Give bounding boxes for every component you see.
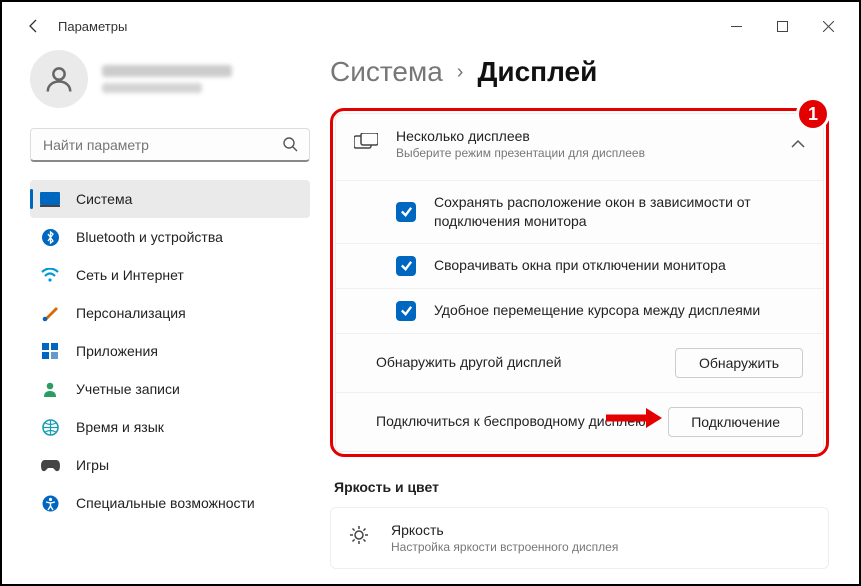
close-button[interactable] xyxy=(805,10,851,42)
section-brightness-title: Яркость и цвет xyxy=(334,479,829,495)
nav-network[interactable]: Сеть и Интернет xyxy=(30,256,310,294)
detect-button[interactable]: Обнаружить xyxy=(675,348,803,378)
apps-icon xyxy=(40,341,60,361)
checkbox-checked-icon[interactable] xyxy=(396,301,416,321)
chevron-right-icon: › xyxy=(457,61,464,84)
window-controls xyxy=(713,10,851,42)
search-box[interactable] xyxy=(30,128,310,162)
person-icon xyxy=(40,379,60,399)
nav-gaming[interactable]: Игры xyxy=(30,446,310,484)
panel-title: Несколько дисплеев xyxy=(396,128,645,144)
nav-list: Система Bluetooth и устройства Сеть и Ин… xyxy=(30,180,310,522)
profile-name xyxy=(102,65,232,77)
displays-icon xyxy=(354,133,376,156)
nav-apps[interactable]: Приложения xyxy=(30,332,310,370)
system-icon xyxy=(40,189,60,209)
multiple-displays-panel: Несколько дисплеев Выберите режим презен… xyxy=(335,113,824,452)
option-remember-windows[interactable]: Сохранять расположение окон в зависимост… xyxy=(336,180,823,243)
breadcrumb: Система › Дисплей xyxy=(330,56,829,88)
detect-display-row: Обнаружить другой дисплей Обнаружить xyxy=(336,333,823,392)
nav-system[interactable]: Система xyxy=(30,180,310,218)
window-title: Параметры xyxy=(58,19,127,34)
titlebar: Параметры xyxy=(2,2,859,50)
connect-button[interactable]: Подключение xyxy=(668,407,803,437)
brightness-title: Яркость xyxy=(391,522,618,538)
globe-icon xyxy=(40,417,60,437)
nav-time-language[interactable]: Время и язык xyxy=(30,408,310,446)
option-label: Сохранять расположение окон в зависимост… xyxy=(434,193,803,231)
checkbox-checked-icon[interactable] xyxy=(396,256,416,276)
panel-subtitle: Выберите режим презентации для дисплеев xyxy=(396,146,645,160)
option-label: Удобное перемещение курсора между диспле… xyxy=(434,301,760,320)
checkbox-checked-icon[interactable] xyxy=(396,202,416,222)
nav-label: Время и язык xyxy=(76,419,164,435)
panel-header[interactable]: Несколько дисплеев Выберите режим презен… xyxy=(336,114,823,174)
gamepad-icon xyxy=(40,455,60,475)
nav-accounts[interactable]: Учетные записи xyxy=(30,370,310,408)
annotation-badge: 1 xyxy=(796,97,830,131)
nav-label: Система xyxy=(76,191,132,207)
option-ease-cursor[interactable]: Удобное перемещение курсора между диспле… xyxy=(336,288,823,333)
nav-label: Специальные возможности xyxy=(76,495,255,511)
avatar xyxy=(30,50,88,108)
breadcrumb-parent[interactable]: Система xyxy=(330,56,443,88)
search-input[interactable] xyxy=(30,128,310,162)
nav-label: Игры xyxy=(76,457,109,473)
chevron-up-icon xyxy=(791,135,805,153)
accessibility-icon xyxy=(40,493,60,513)
sun-icon xyxy=(349,525,371,550)
back-button[interactable] xyxy=(18,10,50,42)
action-label: Обнаружить другой дисплей xyxy=(376,353,675,372)
nav-label: Учетные записи xyxy=(76,381,180,397)
nav-label: Bluetooth и устройства xyxy=(76,229,223,245)
brush-icon xyxy=(40,303,60,323)
bluetooth-icon xyxy=(40,227,60,247)
nav-personalization[interactable]: Персонализация xyxy=(30,294,310,332)
option-minimize-on-disconnect[interactable]: Сворачивать окна при отключении монитора xyxy=(336,243,823,288)
annotation-box: 1 Несколько дисплеев Выберите режим през… xyxy=(330,108,829,457)
profile-email xyxy=(102,83,202,93)
nav-label: Приложения xyxy=(76,343,158,359)
option-label: Сворачивать окна при отключении монитора xyxy=(434,256,726,275)
main-content: Система › Дисплей 1 Несколько дисплеев В… xyxy=(322,50,859,584)
brightness-subtitle: Настройка яркости встроенного дисплея xyxy=(391,540,618,554)
nav-bluetooth[interactable]: Bluetooth и устройства xyxy=(30,218,310,256)
minimize-button[interactable] xyxy=(713,10,759,42)
nav-accessibility[interactable]: Специальные возможности xyxy=(30,484,310,522)
wifi-icon xyxy=(40,265,60,285)
search-icon xyxy=(282,136,298,157)
brightness-panel[interactable]: Яркость Настройка яркости встроенного ди… xyxy=(330,507,829,569)
nav-label: Персонализация xyxy=(76,305,186,321)
sidebar: Система Bluetooth и устройства Сеть и Ин… xyxy=(2,50,322,584)
maximize-button[interactable] xyxy=(759,10,805,42)
action-label: Подключиться к беспроводному дисплею xyxy=(376,412,668,431)
wireless-display-row: Подключиться к беспроводному дисплею Под… xyxy=(336,392,823,451)
breadcrumb-current: Дисплей xyxy=(477,56,597,88)
nav-label: Сеть и Интернет xyxy=(76,267,184,283)
profile-block[interactable] xyxy=(30,50,310,108)
